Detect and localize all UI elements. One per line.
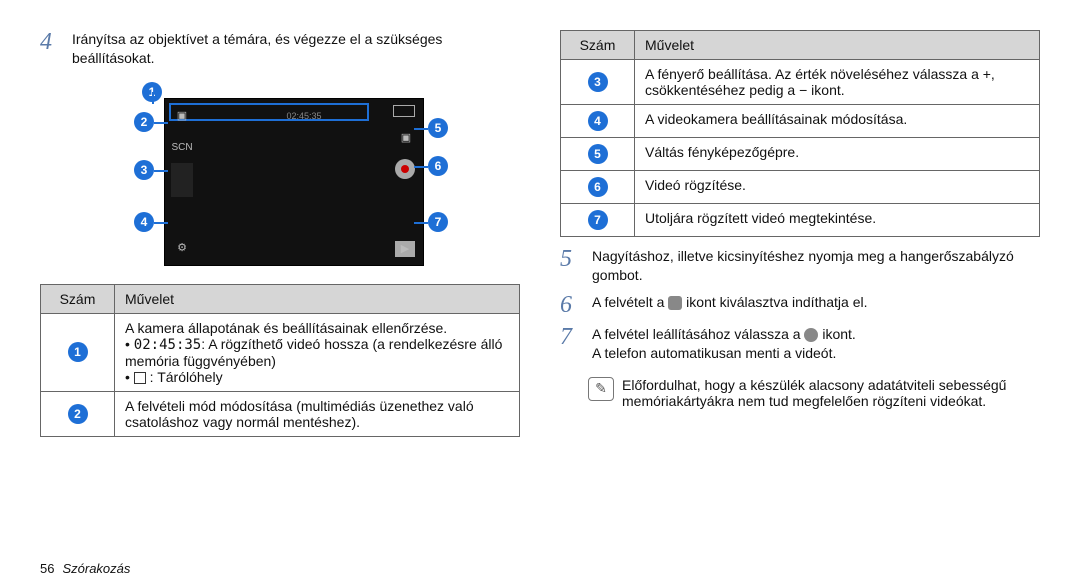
col-head-op: Művelet xyxy=(635,31,1040,60)
camera-diagram: 02:45:35 ▣ SCN ⚙ ▣ ▶ 1 2 3 4 5 6 7 xyxy=(104,82,444,272)
row-callout-3: 3 xyxy=(588,72,608,92)
table-row: 2 A felvételi mód módosítása (multimédiá… xyxy=(41,391,520,436)
table-row: 4 A videokamera beállításainak módosítás… xyxy=(561,105,1040,138)
screen-preview: 02:45:35 ▣ SCN ⚙ ▣ ▶ xyxy=(164,98,424,266)
battery-icon xyxy=(393,105,415,117)
table-row: 7 Utoljára rögzített videó megtekintése. xyxy=(561,204,1040,237)
cell-line: • 02:45:35: A rögzíthető videó hossza (a… xyxy=(125,336,509,369)
settings-icon: ⚙ xyxy=(173,239,191,257)
table-row: 3 A fényerő beállítása. Az érték növelés… xyxy=(561,60,1040,105)
table-row: 5 Váltás fényképezőgépre. xyxy=(561,138,1040,171)
stop-inline-icon xyxy=(804,328,818,342)
col-head-num: Szám xyxy=(561,31,635,60)
left-table: Szám Művelet 1 A kamera állapotának és b… xyxy=(40,284,520,437)
callout-5: 5 xyxy=(428,118,448,138)
right-table: Szám Művelet 3 A fényerő beállítása. Az … xyxy=(560,30,1040,237)
row-cell: A videokamera beállításainak módosítása. xyxy=(635,105,1040,138)
row-callout-5: 5 xyxy=(588,144,608,164)
note-icon: ✎ xyxy=(588,377,614,401)
playback-icon: ▶ xyxy=(395,241,415,257)
page-footer: 56 Szórakozás xyxy=(40,561,520,576)
step-number: 6 xyxy=(560,293,582,317)
callout-2: 2 xyxy=(134,112,154,132)
row-cell: A felvételi mód módosítása (multimédiás … xyxy=(115,391,520,436)
col-head-op: Művelet xyxy=(115,284,520,313)
row-cell: A kamera állapotának és beállításainak e… xyxy=(115,313,520,391)
step-4: 4 Irányítsa az objektívet a témára, és v… xyxy=(40,30,520,68)
col-head-num: Szám xyxy=(41,284,115,313)
row-callout-7: 7 xyxy=(588,210,608,230)
step-number: 4 xyxy=(40,30,62,68)
left-column: 4 Irányítsa az objektívet a témára, és v… xyxy=(40,30,520,576)
note-block: ✎ Előfordulhat, hogy a készülék alacsony… xyxy=(588,377,1040,409)
highlight-top-strip xyxy=(169,103,369,121)
row-callout-6: 6 xyxy=(588,177,608,197)
switch-camera-icon: ▣ xyxy=(397,129,415,147)
callout-4: 4 xyxy=(134,212,154,232)
step-5: 5 Nagyításhoz, illetve kicsinyítéshez ny… xyxy=(560,247,1040,285)
row-cell: Váltás fényképezőgépre. xyxy=(635,138,1040,171)
storage-icon xyxy=(134,372,146,384)
page-number: 56 xyxy=(40,561,54,576)
row-cell: Videó rögzítése. xyxy=(635,171,1040,204)
step-7: 7 A felvétel leállításához válassza a ik… xyxy=(560,325,1040,363)
cell-line: A kamera állapotának és beállításainak e… xyxy=(125,320,509,336)
step-text: A felvétel leállításához válassza a ikon… xyxy=(592,325,1040,363)
record-inline-icon xyxy=(668,296,682,310)
brightness-control-icon xyxy=(171,163,193,197)
record-dot-icon xyxy=(401,165,409,173)
time-counter: 02:45:35 xyxy=(295,107,313,125)
right-column: Szám Művelet 3 A fényerő beállítása. Az … xyxy=(560,30,1040,576)
step-6: 6 A felvételt a ikont kiválasztva indíth… xyxy=(560,293,1040,317)
scn-icon: SCN xyxy=(173,139,191,157)
callout-3: 3 xyxy=(134,160,154,180)
table-row: 1 A kamera állapotának és beállításainak… xyxy=(41,313,520,391)
mode-icon: ▣ xyxy=(173,107,191,125)
row-cell: Utoljára rögzített videó megtekintése. xyxy=(635,204,1040,237)
row-callout-1: 1 xyxy=(68,342,88,362)
table-row: 6 Videó rögzítése. xyxy=(561,171,1040,204)
row-callout-2: 2 xyxy=(68,404,88,424)
note-text: Előfordulhat, hogy a készülék alacsony a… xyxy=(622,377,1040,409)
callout-6: 6 xyxy=(428,156,448,176)
row-callout-4: 4 xyxy=(588,111,608,131)
step-text: Irányítsa az objektívet a témára, és vég… xyxy=(72,30,520,68)
step-text: Nagyításhoz, illetve kicsinyítéshez nyom… xyxy=(592,247,1040,285)
step-number: 5 xyxy=(560,247,582,285)
step-text: A felvételt a ikont kiválasztva indíthat… xyxy=(592,293,1040,317)
step-number: 7 xyxy=(560,325,582,363)
row-cell: A fényerő beállítása. Az érték növeléséh… xyxy=(635,60,1040,105)
callout-7: 7 xyxy=(428,212,448,232)
section-name: Szórakozás xyxy=(62,561,130,576)
cell-line: • : Tárólóhely xyxy=(125,369,509,385)
